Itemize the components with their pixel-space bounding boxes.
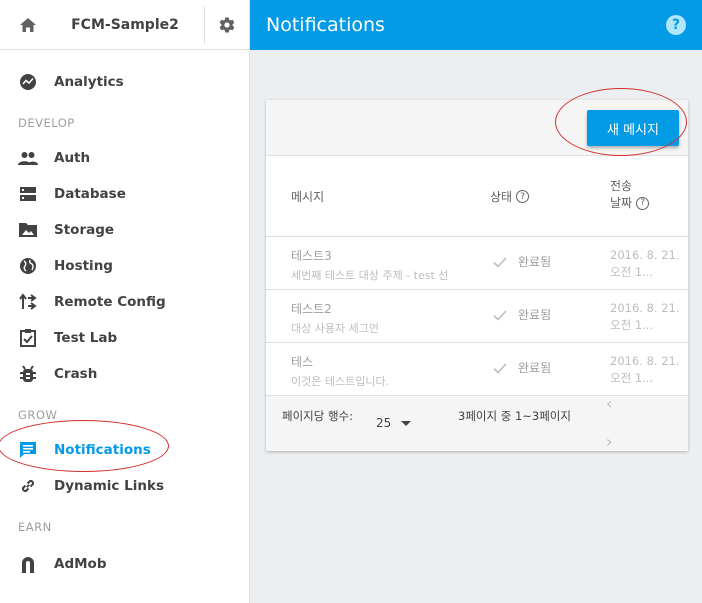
test-lab-icon bbox=[18, 328, 38, 348]
admob-icon bbox=[18, 554, 38, 574]
sidebar-item-label: Remote Config bbox=[54, 294, 166, 310]
project-name[interactable]: FCM-Sample2 bbox=[56, 17, 204, 33]
status-cell: 완료됨 bbox=[492, 306, 551, 323]
column-sent-date-line2-wrap: 날짜 ? bbox=[610, 195, 650, 212]
table-row[interactable]: 테스트2 대상 사용자 세그먼 완료됨 2016. 8. 21. 오전 1... bbox=[266, 290, 688, 343]
sidebar-item-label: Test Lab bbox=[54, 330, 118, 346]
chevron-right-icon[interactable]: › bbox=[606, 432, 612, 451]
globe-icon bbox=[18, 256, 38, 276]
home-icon bbox=[20, 17, 36, 32]
table-footer: 페이지당 행수: 25 3페이지 중 1~3페이지 ‹ › bbox=[266, 394, 688, 451]
help-icon[interactable]: ? bbox=[666, 15, 686, 35]
sidebar-item-label: Dynamic Links bbox=[54, 478, 164, 494]
sidebar-item-label: Notifications bbox=[54, 442, 151, 458]
bug-icon bbox=[18, 364, 38, 384]
chevron-left-icon[interactable]: ‹ bbox=[606, 394, 612, 413]
rows-per-page-select[interactable]: 25 bbox=[376, 416, 412, 430]
status-cell: 완료됨 bbox=[492, 359, 551, 376]
sidebar-item-admob[interactable]: AdMob bbox=[0, 546, 249, 582]
message-cell: 테스 이것은 테스트입니다. bbox=[291, 353, 389, 389]
date-line1: 2016. 8. 21. bbox=[610, 354, 680, 368]
sidebar-item-analytics[interactable]: Analytics bbox=[0, 64, 249, 100]
sidebar-item-crash[interactable]: Crash bbox=[0, 356, 249, 392]
table-row[interactable]: 테스트3 세번째 테스트 대상 주제 - test 선 완료됨 2016. 8.… bbox=[266, 237, 688, 290]
storage-icon bbox=[18, 220, 38, 240]
date-cell: 2016. 8. 21. 오전 1... bbox=[610, 300, 680, 334]
top-bar: Notifications ? bbox=[250, 0, 702, 50]
sidebar-item-test-lab[interactable]: Test Lab bbox=[0, 320, 249, 356]
analytics-icon bbox=[18, 72, 38, 92]
rows-per-page-label: 페이지당 행수: bbox=[282, 409, 354, 423]
dropdown-arrow-icon bbox=[401, 420, 412, 426]
message-subtitle: 이것은 테스트입니다. bbox=[291, 375, 390, 388]
message-subtitle: 대상 사용자 세그먼 bbox=[291, 322, 379, 335]
check-icon bbox=[493, 256, 507, 268]
sidebar-item-label: Database bbox=[54, 186, 126, 202]
remote-config-icon bbox=[18, 292, 38, 312]
chat-icon bbox=[18, 440, 38, 460]
section-grow: GROW bbox=[18, 408, 58, 422]
date-line2: 오전 1... bbox=[610, 371, 654, 385]
rows-per-page-value: 25 bbox=[376, 416, 392, 430]
column-sent-date-line2: 날짜 bbox=[610, 196, 633, 210]
message-cell: 테스트2 대상 사용자 세그먼 bbox=[291, 300, 379, 336]
sidebar-item-label: AdMob bbox=[54, 556, 107, 572]
sidebar-item-storage[interactable]: Storage bbox=[0, 212, 249, 248]
new-message-button[interactable]: 새 메시지 bbox=[587, 110, 679, 146]
sidebar-item-remote-config[interactable]: Remote Config bbox=[0, 284, 249, 320]
message-title: 테스 bbox=[291, 355, 314, 369]
table-row[interactable]: 테스 이것은 테스트입니다. 완료됨 2016. 8. 21. 오전 1... bbox=[266, 343, 688, 396]
sidebar-header: FCM-Sample2 bbox=[0, 0, 249, 50]
date-line2: 오전 1... bbox=[610, 265, 654, 279]
gear-icon bbox=[219, 17, 235, 33]
date-cell: 2016. 8. 21. 오전 1... bbox=[610, 353, 680, 387]
column-status: 상태 ? bbox=[490, 188, 530, 205]
check-icon bbox=[493, 309, 507, 321]
database-icon bbox=[18, 184, 38, 204]
sidebar-item-hosting[interactable]: Hosting bbox=[0, 248, 249, 284]
home-button[interactable] bbox=[0, 0, 56, 50]
sent-date-help-icon[interactable]: ? bbox=[636, 197, 650, 210]
sidebar-item-notifications[interactable]: Notifications bbox=[0, 432, 249, 468]
people-icon bbox=[18, 148, 38, 168]
card-toolbar: 새 메시지 bbox=[266, 100, 688, 156]
page-range: 3페이지 중 1~3페이지 bbox=[458, 409, 571, 423]
notifications-card: 새 메시지 메시지 상태 ? 전송 날짜 ? 테스트3 세번째 테스트 대상 주… bbox=[266, 100, 688, 451]
column-sent-date-line1: 전송 bbox=[610, 179, 633, 193]
status-cell: 완료됨 bbox=[492, 253, 551, 270]
status-text: 완료됨 bbox=[518, 361, 552, 375]
date-line1: 2016. 8. 21. bbox=[610, 248, 680, 262]
sidebar-item-dynamic-links[interactable]: Dynamic Links bbox=[0, 468, 249, 504]
sidebar-item-label: Auth bbox=[54, 150, 91, 166]
section-develop: DEVELOP bbox=[18, 116, 75, 130]
sidebar-item-label: Hosting bbox=[54, 258, 113, 274]
date-cell: 2016. 8. 21. 오전 1... bbox=[610, 247, 680, 281]
column-status-label: 상태 bbox=[490, 190, 513, 204]
sidebar-item-auth[interactable]: Auth bbox=[0, 140, 249, 176]
sidebar: FCM-Sample2 Analytics DEVELOP Auth Datab… bbox=[0, 0, 250, 603]
status-text: 완료됨 bbox=[518, 308, 552, 322]
date-line2: 오전 1... bbox=[610, 318, 654, 332]
column-message: 메시지 bbox=[291, 188, 324, 205]
status-text: 완료됨 bbox=[518, 255, 552, 269]
section-earn: EARN bbox=[18, 520, 52, 534]
status-help-icon[interactable]: ? bbox=[516, 190, 530, 203]
message-subtitle: 세번째 테스트 대상 주제 - test 선 bbox=[291, 269, 449, 282]
sidebar-item-label: Storage bbox=[54, 222, 115, 238]
column-message-label: 메시지 bbox=[291, 190, 325, 204]
sidebar-item-label: Analytics bbox=[54, 74, 124, 90]
date-line1: 2016. 8. 21. bbox=[610, 301, 680, 315]
message-title: 테스트3 bbox=[291, 249, 332, 263]
sidebar-item-database[interactable]: Database bbox=[0, 176, 249, 212]
message-title: 테스트2 bbox=[291, 302, 332, 316]
link-icon bbox=[18, 476, 38, 496]
column-sent-date: 전송 날짜 ? bbox=[610, 178, 650, 212]
sidebar-nav: Analytics DEVELOP Auth Database Storage bbox=[0, 50, 249, 582]
page-title: Notifications bbox=[266, 14, 385, 36]
table-header: 메시지 상태 ? 전송 날짜 ? bbox=[266, 156, 688, 237]
settings-button[interactable] bbox=[205, 0, 249, 50]
check-icon bbox=[493, 362, 507, 374]
sidebar-item-label: Crash bbox=[54, 366, 98, 382]
message-cell: 테스트3 세번째 테스트 대상 주제 - test 선 bbox=[291, 247, 448, 283]
